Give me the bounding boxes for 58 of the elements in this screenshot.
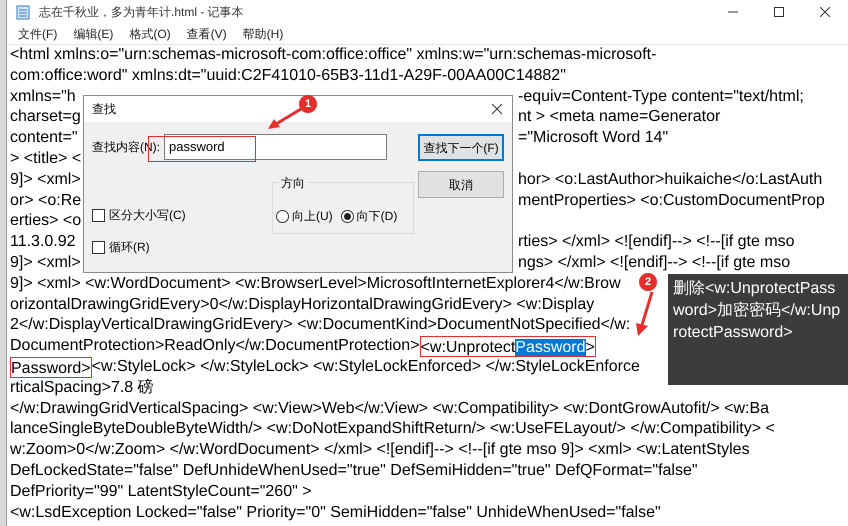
code-text: <w:LsdException Locked="false" Priority="0" SemiHidden="false" UnhideWhenUsed="false" <box>10 502 661 523</box>
radio-label: 向上(U) <box>292 208 333 225</box>
menu-item[interactable]: 格式(O) <box>122 25 178 43</box>
code-text: hor> <o:LastAuthor>huikaiche</o:LastAuth <box>518 170 822 190</box>
checkbox-label: 循环(R) <box>109 239 150 256</box>
radio-button[interactable] <box>340 210 354 222</box>
menu-item[interactable]: 查看(V) <box>180 25 234 43</box>
code-text: xmlns="h <box>10 88 76 105</box>
close-icon <box>491 103 503 115</box>
code-text: orizontalDrawingGridEvery>0</w:DisplayHorizontalDrawingGridEvery> <w:Display <box>10 294 594 315</box>
maximize-icon <box>774 7 784 17</box>
notepad-icon <box>15 4 31 20</box>
code-text: ngs> </xml> <![endif]--> <!--[if gte mso <box>518 252 790 273</box>
code-text: 2</w:DisplayVerticalDrawingGridEvery> <w:DocumentKind>DocumentNotSpecified</w: <box>10 315 630 336</box>
selected-text: Password <box>515 339 586 356</box>
annotation-note: 删除<w:UnprotectPassword>加密密码</w:UnprotectPassword> <box>673 279 842 343</box>
code-text: content=" <box>10 129 78 146</box>
code-text: lanceSingleByteDoubleByteWidth/> <w:DoNotExpandShiftReturn/> <w:UseFELayout/> </w:Compatibility> < <box>10 419 775 440</box>
menu-item[interactable]: 帮助(H) <box>236 25 290 43</box>
dialog-title: 查找 <box>92 101 116 118</box>
menu-item[interactable]: 文件(F) <box>11 25 64 43</box>
code-text: or> <o:Re <box>10 192 82 209</box>
code-text: ="Microsoft Word 14" <box>518 128 668 148</box>
close-icon <box>820 7 830 17</box>
code-text: </w:DrawingGridVerticalSpacing> <w:View>Web</w:View> <w:Compatibility> <w:DontGrowAutofit/> <w:Ba <box>10 398 770 419</box>
code-text: rties> </xml> <![endif]--> <!--[if gte mso <box>518 232 795 252</box>
code-text: 9]> <xml> <box>10 254 81 271</box>
code-text: mentProperties> <o:CustomDocumentProp <box>518 190 825 211</box>
code-text: erties> <o <box>10 212 82 230</box>
code-text: <w:StyleLock> </w:StyleLock> <w:StyleLockEnforced> </w:StyleLockEnforce <box>92 356 640 377</box>
checkbox[interactable] <box>92 208 105 222</box>
code-text: > <box>586 339 595 356</box>
code-text: <html xmlns:o="urn:schemas-microsoft-com:office:office" xmlns:w="urn:schemas-microsoft- <box>10 45 656 65</box>
checkbox[interactable] <box>92 240 105 254</box>
code-text: Password> <box>11 360 91 377</box>
code-text: charset=g <box>10 108 81 126</box>
checkbox-label: 区分大小写(C) <box>109 207 186 224</box>
code-text: DefPriority="99" LatentStyleCount="260" > <box>10 482 312 502</box>
code-text: DefLockedState="false" DefUnhideWhenUsed="true" DefSemiHidden="true" DefQFormat="false" <box>10 460 698 481</box>
code-text: com:office:word" xmlns:dt="uuid:C2F41010-65B3-11d1-A29F-00AA00C14882" <box>10 66 566 86</box>
dialog-button[interactable]: 取消 <box>418 171 504 198</box>
dialog-button[interactable]: 查找下一个(F) <box>418 134 504 161</box>
menu-item[interactable]: 编辑(E) <box>66 25 120 43</box>
radio-label: 向下(D) <box>356 208 398 225</box>
code-text: -equiv=Content-Type content="text/html; <box>518 86 804 107</box>
code-text: nt > <meta name=Generator <box>518 107 720 128</box>
code-text: DocumentProtection>ReadOnly</w:DocumentProtection> <box>10 336 420 356</box>
radio-button[interactable] <box>276 210 289 222</box>
code-text: rticalSpacing>7.8 磅 <box>10 378 154 398</box>
code-text: 11.3.0.92 <box>10 233 76 250</box>
arrow-icon <box>266 108 302 132</box>
window-title: 志在千秋业，多为青年计.html - 记事本 <box>39 4 244 21</box>
code-text: 9]> <xml> <w:WordDocument> <w:BrowserLevel>MicrosoftInternetExplorer4</w:Brow <box>10 274 621 294</box>
find-field[interactable]: password <box>164 134 387 160</box>
code-text: w:Zoom>0</w:Zoom> </w:WordDocument> </xml> <![endif]--> <!--[if gte mso 9]> <xml> <w:LatentStyles <box>10 440 750 460</box>
code-text: 9]> <xml> <box>10 170 81 188</box>
code-text: > <title> < <box>10 150 82 167</box>
code-text: <w:Unprotect <box>420 339 516 356</box>
